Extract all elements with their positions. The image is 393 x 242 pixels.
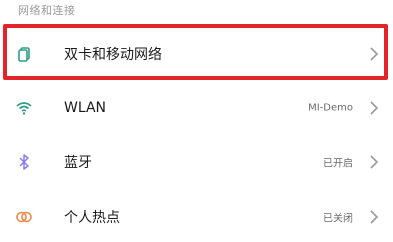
- sim-cards-icon: [16, 46, 32, 62]
- settings-item-wlan[interactable]: WLAN MI-Demo: [0, 86, 393, 130]
- chevron-right-icon: [369, 101, 379, 115]
- settings-item-label: WLAN: [64, 100, 107, 116]
- hotspot-icon: [16, 209, 32, 225]
- bluetooth-icon: [16, 154, 32, 170]
- section-header: 网络和连接: [18, 4, 76, 17]
- chevron-right-icon: [369, 47, 379, 61]
- wifi-icon: [16, 100, 32, 116]
- settings-item-label: 个人热点: [64, 210, 120, 226]
- settings-item-label: 蓝牙: [64, 155, 92, 171]
- settings-item-label: 双卡和移动网络: [64, 47, 162, 63]
- settings-item-value: 已开启: [323, 158, 353, 170]
- settings-item-bluetooth[interactable]: 蓝牙 已开启: [0, 140, 393, 184]
- settings-item-dual-sim[interactable]: 双卡和移动网络: [0, 30, 393, 78]
- settings-item-value: MI-Demo: [308, 102, 353, 114]
- settings-item-hotspot[interactable]: 个人热点 已关闭: [0, 195, 393, 239]
- chevron-right-icon: [369, 210, 379, 224]
- settings-item-value: 已关闭: [323, 213, 353, 225]
- chevron-right-icon: [369, 155, 379, 169]
